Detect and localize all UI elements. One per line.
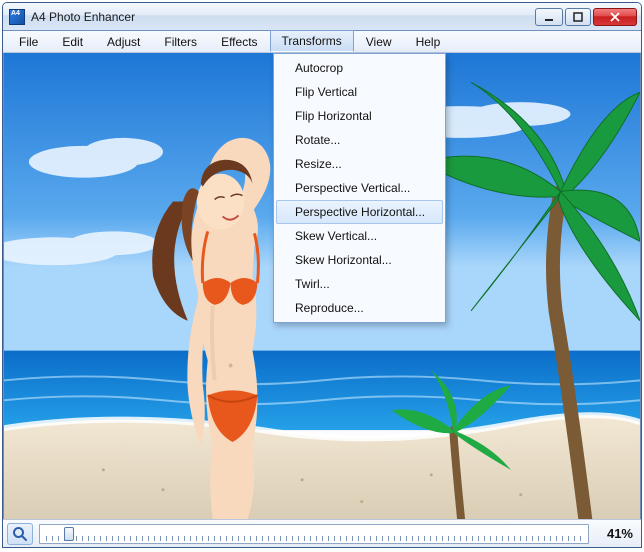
maximize-button[interactable] xyxy=(565,8,591,26)
menu-view[interactable]: View xyxy=(354,31,404,52)
minimize-button[interactable] xyxy=(535,8,563,26)
dd-flip-horizontal[interactable]: Flip Horizontal xyxy=(276,104,443,128)
window-title: A4 Photo Enhancer xyxy=(31,10,135,24)
titlebar[interactable]: A4 Photo Enhancer xyxy=(3,3,641,31)
zoom-slider[interactable] xyxy=(39,524,589,544)
zoom-tool-button[interactable] xyxy=(7,523,33,545)
app-window: A4 Photo Enhancer File Edit Adjust Filte… xyxy=(2,2,642,548)
menu-help[interactable]: Help xyxy=(404,31,453,52)
dd-perspective-horizontal[interactable]: Perspective Horizontal... xyxy=(276,200,443,224)
close-button[interactable] xyxy=(593,8,637,26)
dd-twirl[interactable]: Twirl... xyxy=(276,272,443,296)
dd-perspective-vertical[interactable]: Perspective Vertical... xyxy=(276,176,443,200)
app-icon xyxy=(9,9,25,25)
slider-thumb[interactable] xyxy=(64,527,74,541)
magnifier-icon xyxy=(12,526,28,542)
dd-skew-horizontal[interactable]: Skew Horizontal... xyxy=(276,248,443,272)
menu-adjust[interactable]: Adjust xyxy=(95,31,152,52)
dd-resize[interactable]: Resize... xyxy=(276,152,443,176)
dd-skew-vertical[interactable]: Skew Vertical... xyxy=(276,224,443,248)
dd-autocrop[interactable]: Autocrop xyxy=(276,56,443,80)
transforms-dropdown: Autocrop Flip Vertical Flip Horizontal R… xyxy=(273,53,446,323)
dd-rotate[interactable]: Rotate... xyxy=(276,128,443,152)
menubar: File Edit Adjust Filters Effects Transfo… xyxy=(3,31,641,53)
statusbar: 41% xyxy=(3,519,641,547)
zoom-percent-label: 41% xyxy=(595,526,633,541)
slider-ticks xyxy=(46,536,582,541)
menu-filters[interactable]: Filters xyxy=(152,31,209,52)
dd-flip-vertical[interactable]: Flip Vertical xyxy=(276,80,443,104)
menu-edit[interactable]: Edit xyxy=(50,31,95,52)
menu-effects[interactable]: Effects xyxy=(209,31,269,52)
menu-file[interactable]: File xyxy=(7,31,50,52)
menu-transforms[interactable]: Transforms xyxy=(270,30,354,52)
window-controls xyxy=(535,8,637,26)
dd-reproduce[interactable]: Reproduce... xyxy=(276,296,443,320)
